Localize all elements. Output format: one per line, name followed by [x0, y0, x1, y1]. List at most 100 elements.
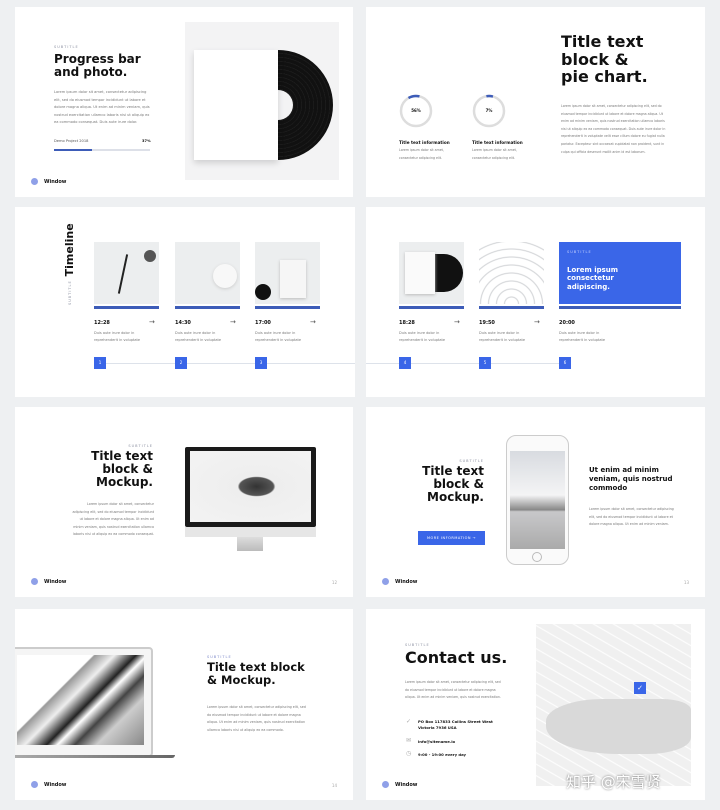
button-label: MORE INFORMATION → — [426, 536, 477, 540]
subtitle: SUBTITLE — [207, 655, 232, 659]
subtitle: SUBTITLE — [128, 444, 153, 448]
body-text: Lorem ipsum dolor sit amet, consectetur … — [72, 502, 154, 537]
timeline-bar — [559, 306, 681, 309]
timeline-step[interactable]: 1 — [94, 357, 106, 369]
slide-pie-chart: Title text block & pie chart. Lorem ipsu… — [366, 7, 705, 197]
arrow-right-icon[interactable]: → — [310, 318, 316, 326]
logo-icon — [382, 578, 389, 585]
body-text: Lorem ipsum dolor sit amet, consectetur … — [589, 507, 674, 527]
brand: Window — [31, 578, 66, 585]
timeline-bar — [255, 306, 320, 309]
slide-title: Progress bar and photo. — [54, 52, 141, 80]
slide-title: Timeline — [63, 223, 76, 277]
logo-icon — [31, 781, 38, 788]
page-number: 13 — [683, 580, 689, 585]
pie-label-2: Title text information — [472, 140, 523, 145]
timeline-bar — [175, 306, 240, 309]
card-subtitle: SUBTITLE — [567, 250, 592, 254]
body-text: Lorem ipsum dolor sit amet, consectetur … — [405, 680, 501, 700]
progress-value: 37% — [142, 139, 151, 143]
logo-icon — [382, 781, 389, 788]
photo-notebook — [255, 242, 320, 304]
map-pin-icon[interactable]: ✓ — [634, 682, 646, 694]
timeline-line — [366, 363, 566, 364]
laptop-base — [15, 755, 175, 758]
progress-label: Demo Project 2018 — [54, 139, 89, 143]
monitor-mockup — [185, 447, 316, 527]
more-information-button[interactable]: MORE INFORMATION → — [418, 531, 485, 545]
brand-name: Window — [395, 578, 418, 585]
arrow-right-icon[interactable]: → — [454, 318, 460, 326]
home-button — [532, 552, 542, 562]
timeline-desc: Duis aute irure dolor in reprehenderit i… — [399, 331, 446, 342]
subtitle: SUBTITLE — [405, 643, 430, 647]
pie-value-1: 56% — [411, 108, 421, 113]
phone-mockup — [506, 435, 569, 565]
timeline-bar — [479, 306, 544, 309]
clock-icon: ◷ — [406, 750, 412, 757]
monitor-stand — [237, 537, 263, 551]
body-text: Lorem ipsum dolor sit amet, consectetur … — [207, 705, 306, 732]
timeline-time: 17:00 — [255, 320, 271, 326]
slide-title: Title text block & Mockup. — [207, 660, 305, 687]
slide-timeline-left: SUBTITLE Timeline 12:28 14:30 17:00 → → … — [15, 207, 355, 397]
email-link[interactable]: info@sitename.io — [418, 739, 455, 744]
slide-phone-mockup: SUBTITLE Title text block & Mockup. MORE… — [366, 407, 705, 597]
brand: Window — [382, 781, 417, 788]
highlight-card: SUBTITLE Lorem ipsum consectetur adipisc… — [559, 242, 681, 304]
photo-pen — [94, 242, 159, 304]
photo-cup — [175, 242, 240, 304]
pie-desc-2: Lorem ipsum dolor sit amet, consectetur … — [472, 148, 517, 160]
timeline-desc: Duis aute irure dolor in reprehenderit i… — [479, 331, 526, 342]
watermark: 知乎 @宋雪贤 — [566, 773, 661, 791]
map-water — [546, 699, 691, 754]
page-number: 12 — [331, 580, 337, 585]
slide-progress-bar: SUBTITLE Progress bar and photo. Lorem i… — [15, 7, 353, 197]
timeline-step[interactable]: 5 — [479, 357, 491, 369]
slide-laptop-mockup: SUBTITLE Title text block & Mockup. Lore… — [15, 609, 353, 800]
timeline-time: 12:28 — [94, 320, 110, 326]
subtitle: SUBTITLE — [54, 45, 79, 49]
brand: Window — [31, 781, 66, 788]
timeline-bar — [94, 306, 159, 309]
timeline-time: 14:30 — [175, 320, 191, 326]
timeline-title: SUBTITLE Timeline — [63, 223, 76, 305]
slide-contact: SUBTITLE Contact us. Lorem ipsum dolor s… — [366, 609, 705, 800]
laptop-screen-photo — [17, 655, 144, 745]
slide-timeline-right: SUBTITLE Lorem ipsum consectetur adipisc… — [366, 207, 705, 397]
timeline-step[interactable]: 4 — [399, 357, 411, 369]
slide-title: Title text block & Mockup. — [91, 449, 153, 490]
email-icon: ✉ — [406, 737, 412, 744]
logo-icon — [31, 578, 38, 585]
slide-monitor-mockup: SUBTITLE Title text block & Mockup. Lore… — [15, 407, 353, 597]
timeline-step[interactable]: 6 — [559, 357, 571, 369]
photo-vinyl — [399, 242, 464, 304]
timeline-step[interactable]: 3 — [255, 357, 267, 369]
subtitle: SUBTITLE — [67, 280, 72, 305]
brand-name: Window — [44, 781, 67, 788]
arrow-right-icon[interactable]: → — [534, 318, 540, 326]
slide-title: Title text block & pie chart. — [561, 32, 648, 87]
card-text: Lorem ipsum consectetur adipiscing. — [567, 266, 619, 291]
timeline-time: 20:00 — [559, 320, 575, 326]
photo-arches — [479, 242, 544, 304]
phone-screen-photo — [510, 451, 565, 549]
timeline-time: 19:50 — [479, 320, 495, 326]
body-text: Lorem ipsum dolor sit amet, consectetur … — [54, 90, 150, 125]
timeline-step[interactable]: 2 — [175, 357, 187, 369]
timeline-desc: Duis aute irure dolor in reprehenderit i… — [175, 331, 222, 342]
section-heading: Ut enim ad minim veniam, quis nostrud co… — [589, 466, 673, 493]
hours: 9:00 - 19:00 every day — [418, 752, 467, 757]
brand: Window — [382, 578, 417, 585]
timeline-bar — [399, 306, 464, 309]
location-icon: ✓ — [406, 718, 412, 725]
timeline-line — [100, 363, 355, 364]
pie-value-2: 7% — [485, 108, 493, 113]
subtitle: SUBTITLE — [459, 459, 484, 463]
laptop-mockup — [15, 647, 153, 757]
page-number: 14 — [331, 783, 337, 788]
arrow-right-icon[interactable]: → — [149, 318, 155, 326]
map[interactable]: ✓ — [536, 624, 691, 786]
timeline-desc: Duis aute irure dolor in reprehenderit i… — [94, 331, 141, 342]
arrow-right-icon[interactable]: → — [230, 318, 236, 326]
